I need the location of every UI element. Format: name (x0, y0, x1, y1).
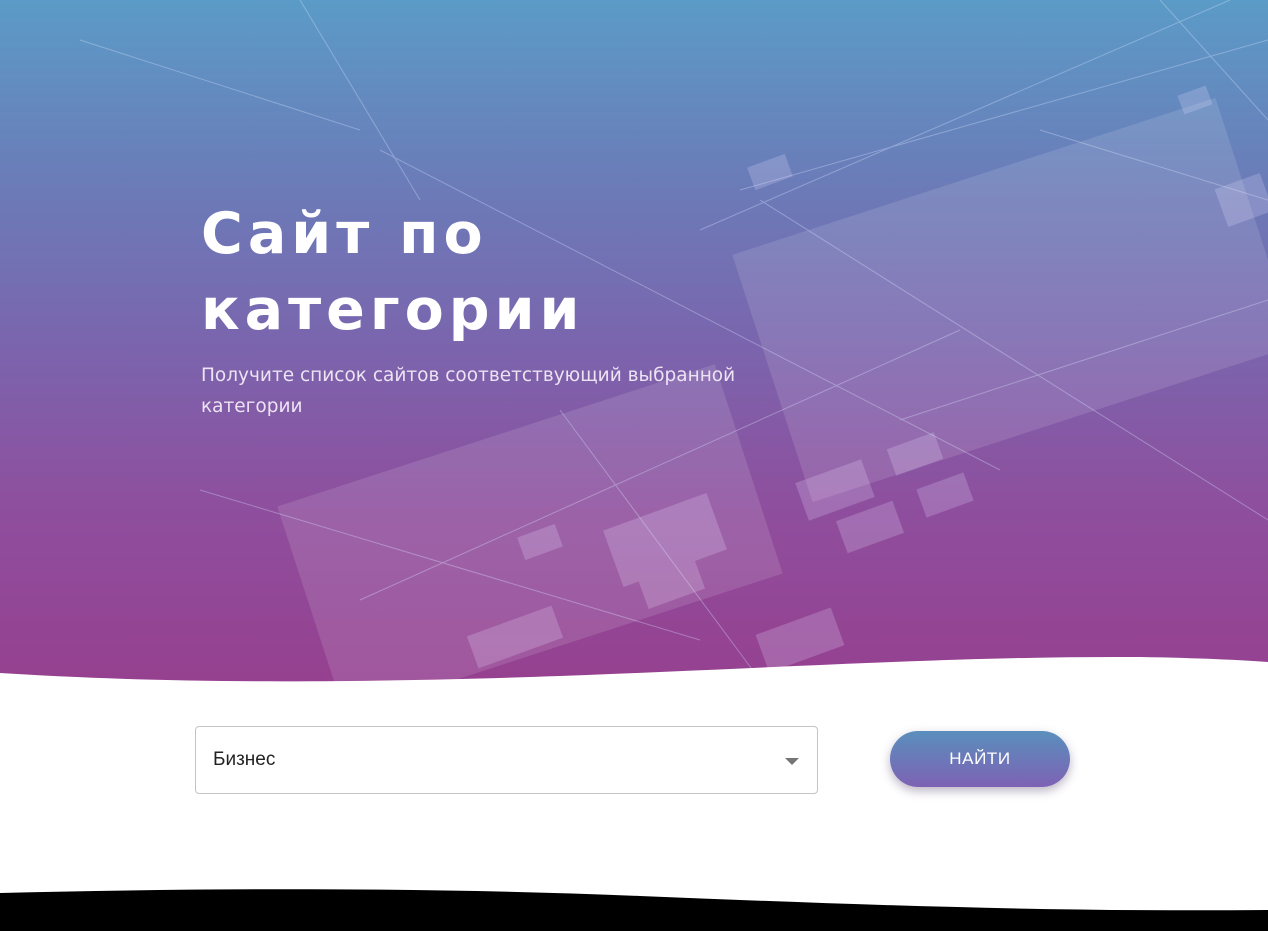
caret-down-icon[interactable] (785, 758, 799, 765)
page-subtitle: Получите список сайтов соответствующий в… (201, 365, 736, 417)
footer-wave (0, 889, 1268, 931)
category-select-value: Бизнес (213, 749, 276, 770)
hero-wave-divider (0, 656, 1268, 710)
hero-background-image (79, 0, 1268, 700)
category-select[interactable]: Бизнес (195, 726, 818, 794)
search-button[interactable]: НАЙТИ (890, 731, 1070, 787)
page-title: Сайт по категории (201, 201, 585, 343)
hero-banner: Сайт по категории Получите список сайтов… (0, 0, 1268, 700)
page: Сайт по категории Получите список сайтов… (0, 0, 1268, 931)
